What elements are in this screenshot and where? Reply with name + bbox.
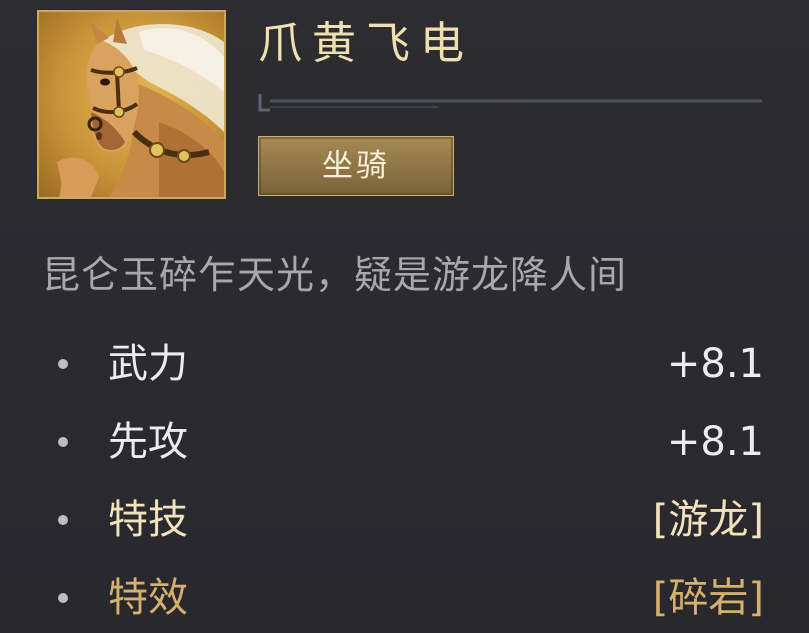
stat-row-effect: 特效 [碎岩] xyxy=(42,568,764,628)
bullet-icon xyxy=(58,515,68,525)
item-tooltip-panel: 爪黄飞电 坐骑 昆仑玉碎乍天光，疑是游龙降人间 武力 +8.1 先攻 +8.1 … xyxy=(0,0,809,633)
stat-label: 特技 xyxy=(108,497,188,543)
stat-label: 先攻 xyxy=(108,419,188,465)
item-name: 爪黄飞电 xyxy=(258,18,474,69)
stat-row-initiative: 先攻 +8.1 xyxy=(42,412,764,472)
stat-value: +8.1 xyxy=(666,341,764,387)
bullet-icon xyxy=(58,437,68,447)
bullet-icon xyxy=(58,359,68,369)
horse-portrait xyxy=(37,10,226,199)
stat-value: [碎岩] xyxy=(652,575,764,621)
stat-label: 特效 xyxy=(108,575,188,621)
category-badge: 坐骑 xyxy=(258,136,454,196)
category-label: 坐骑 xyxy=(322,147,390,184)
stat-label: 武力 xyxy=(108,341,188,387)
item-description: 昆仑玉碎乍天光，疑是游龙降人间 xyxy=(42,253,628,297)
horse-illustration-icon xyxy=(57,18,224,197)
stat-row-skill: 特技 [游龙] xyxy=(42,490,764,550)
stat-row-attack: 武力 +8.1 xyxy=(42,334,764,394)
bullet-icon xyxy=(58,593,68,603)
stat-value: +8.1 xyxy=(666,419,764,465)
stat-value: [游龙] xyxy=(652,497,764,543)
ornament-divider xyxy=(258,94,762,112)
